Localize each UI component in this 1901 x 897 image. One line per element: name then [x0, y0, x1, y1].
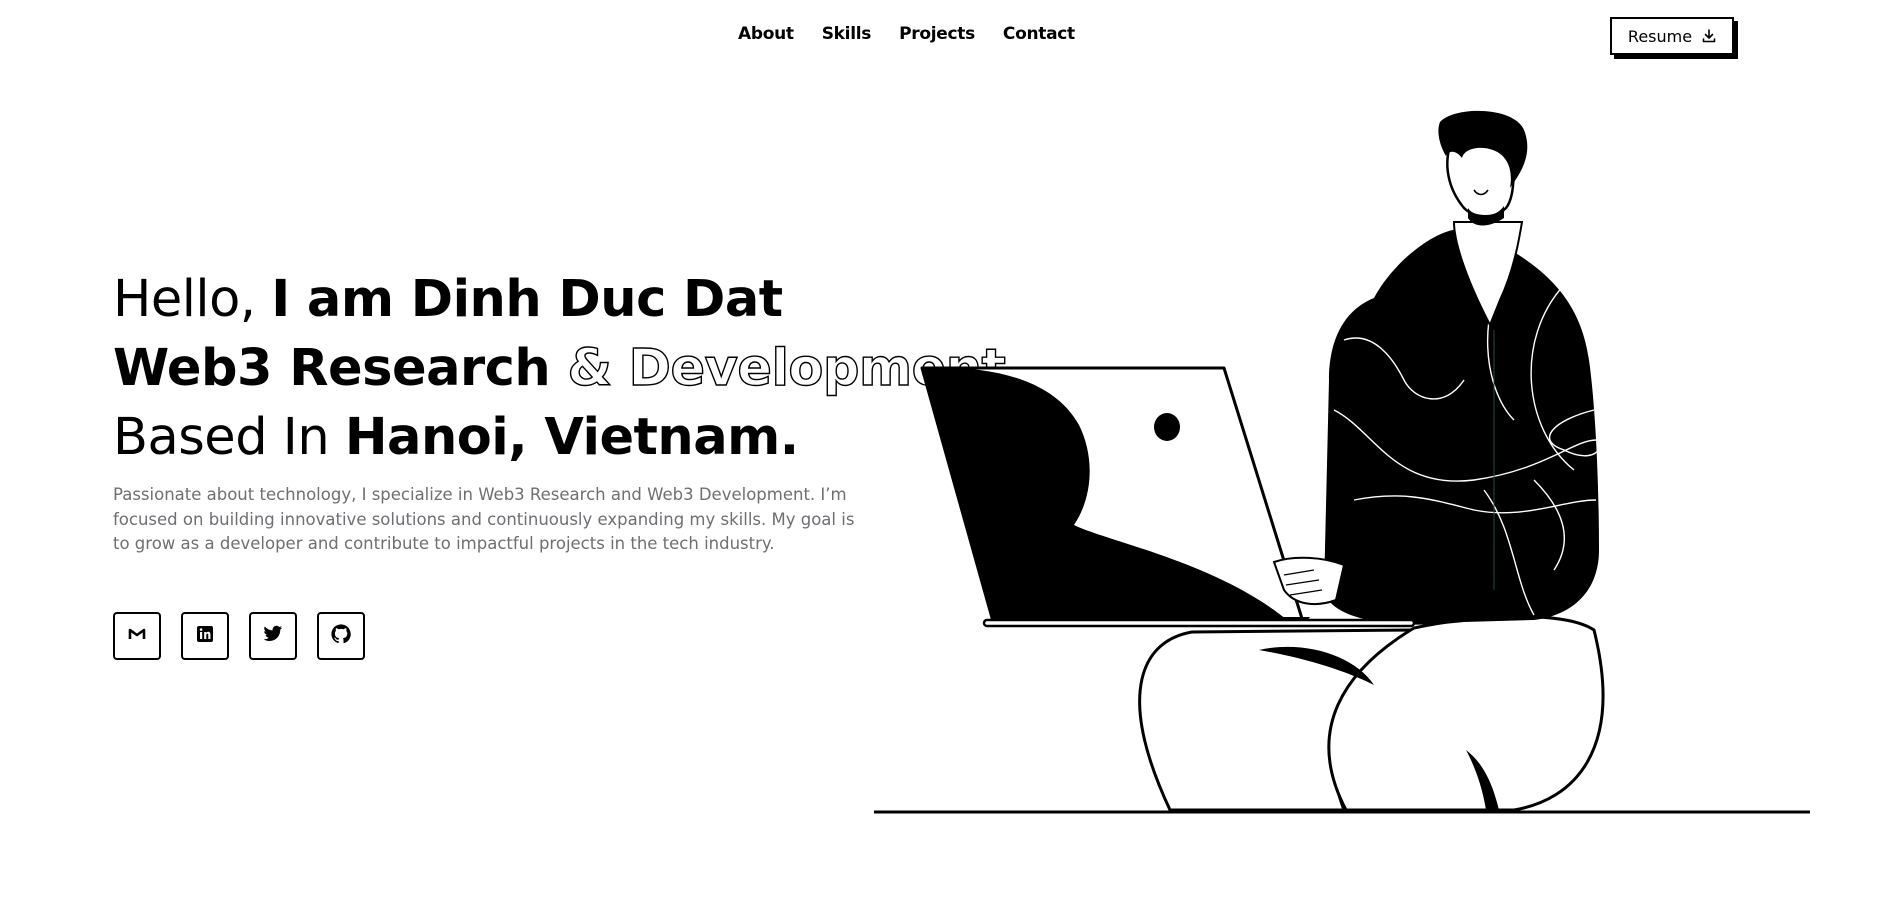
- social-links: [113, 612, 365, 660]
- twitter-link[interactable]: [249, 612, 297, 660]
- github-icon: [331, 624, 351, 648]
- hero-role-text: Web3 Research: [113, 339, 568, 398]
- resume-button-label: Resume: [1627, 26, 1693, 46]
- hero-line-role: Web3 Research & Development: [113, 334, 1007, 403]
- linkedin-icon: [196, 625, 214, 647]
- resume-button[interactable]: Resume: [1610, 17, 1734, 55]
- top-nav: About Skills Projects Contact: [738, 24, 1075, 44]
- github-link[interactable]: [317, 612, 365, 660]
- nav-contact-link[interactable]: Contact: [1003, 24, 1075, 44]
- developer-illustration: [874, 110, 1810, 814]
- portfolio-page: About Skills Projects Contact Resume Hel…: [0, 0, 1901, 897]
- gmail-link[interactable]: [113, 612, 161, 660]
- gmail-icon: [128, 625, 146, 647]
- linkedin-link[interactable]: [181, 612, 229, 660]
- hero-location-prefix: Based In: [113, 408, 345, 467]
- nav-projects-link[interactable]: Projects: [899, 24, 975, 44]
- download-icon: [1702, 29, 1716, 43]
- hero-greeting-text: Hello,: [113, 270, 272, 329]
- hero-location-text: Hanoi, Vietnam.: [344, 408, 799, 467]
- hero-description: Passionate about technology, I specializ…: [113, 485, 855, 553]
- nav-skills-link[interactable]: Skills: [822, 24, 872, 44]
- hero-line-location: Based In Hanoi, Vietnam.: [113, 403, 933, 472]
- hero-section: Hello, I am Dinh Duc Dat Web3 Research &…: [113, 265, 1007, 573]
- nav-about-link[interactable]: About: [738, 24, 794, 44]
- hero-name-text: I am Dinh Duc Dat: [271, 270, 783, 329]
- twitter-icon: [263, 625, 283, 647]
- hero-line-greeting: Hello, I am Dinh Duc Dat: [113, 265, 933, 334]
